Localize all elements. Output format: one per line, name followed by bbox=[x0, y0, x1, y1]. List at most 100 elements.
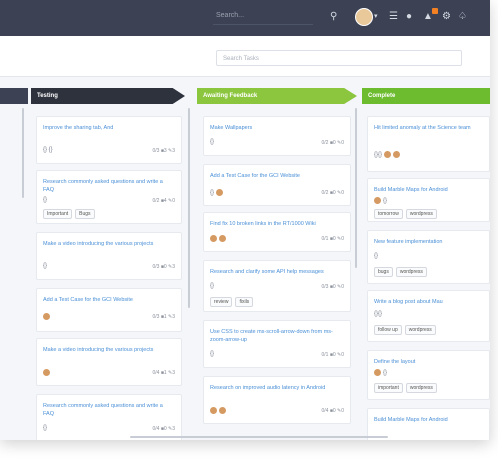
task-stats: 0/1 ■0 ✎0 bbox=[321, 352, 345, 358]
task-stats: 0/2 ■0 ✎0 bbox=[321, 140, 345, 146]
task-icons: {} bbox=[43, 197, 48, 203]
task-icons: {} bbox=[374, 369, 387, 376]
menu-icon[interactable]: ☰ bbox=[389, 11, 398, 23]
task-card[interactable]: Find fix 10 broken links in the RT/1000 … bbox=[203, 212, 351, 252]
column-scrollbar[interactable] bbox=[188, 108, 190, 308]
avatar bbox=[210, 407, 217, 414]
task-title[interactable]: Use CSS to create ms-scroll-arrow-down f… bbox=[210, 328, 344, 344]
task-card[interactable]: Make a video introducing the various pro… bbox=[36, 232, 182, 280]
avatar bbox=[219, 235, 226, 242]
task-tags: bugs wordpress bbox=[374, 267, 430, 277]
task-tags: review fixils bbox=[210, 297, 256, 307]
task-icons: {} {} bbox=[43, 147, 53, 153]
tag[interactable]: review bbox=[210, 297, 233, 307]
task-stats: 0/3 ■1 ✎3 bbox=[152, 314, 176, 320]
task-title[interactable]: Define the layout bbox=[374, 358, 483, 366]
tag[interactable]: Important bbox=[43, 209, 73, 219]
task-title[interactable]: Hit limited anomaly at the Science team bbox=[374, 124, 483, 132]
caret-icon[interactable]: ▾ bbox=[374, 11, 378, 23]
task-card[interactable]: Research on improved audio latency in An… bbox=[203, 376, 351, 424]
task-stats: 0/2 ■4 ✎0 bbox=[152, 198, 176, 204]
task-title[interactable]: Research on improved audio latency in An… bbox=[210, 384, 344, 392]
task-card[interactable]: Make a video introducing the various pro… bbox=[36, 338, 182, 386]
task-title[interactable]: Add a Test Case for the GCI Website bbox=[43, 296, 175, 304]
task-title[interactable]: New feature implementation bbox=[374, 238, 483, 246]
task-icons: {} bbox=[210, 351, 215, 357]
task-card[interactable]: Build Marble Maps for Android {} tomorro… bbox=[367, 178, 490, 222]
bell-icon[interactable]: ♤ bbox=[458, 11, 467, 23]
task-icons: {}{} bbox=[374, 151, 402, 158]
task-icons: {}{} bbox=[374, 311, 383, 317]
tag[interactable]: wordpress bbox=[405, 383, 437, 393]
tag[interactable]: wordpress bbox=[404, 325, 436, 335]
task-stats: 0/4 ■0 ✎0 bbox=[321, 408, 345, 414]
tag[interactable]: important bbox=[374, 383, 403, 393]
task-title[interactable]: Write a blog post about Mau bbox=[374, 298, 483, 306]
task-icons: {} bbox=[210, 283, 215, 289]
task-title[interactable]: Add a Test Case for the GCI Website bbox=[210, 172, 344, 180]
tag[interactable]: tomorrow bbox=[374, 209, 403, 219]
avatar[interactable] bbox=[355, 8, 373, 26]
task-search-input[interactable]: Search Tasks bbox=[216, 50, 462, 66]
column-header-complete[interactable]: Complete bbox=[362, 88, 490, 104]
task-stats: 0/3 ■0 ✎3 bbox=[152, 264, 176, 270]
avatar bbox=[383, 151, 391, 158]
task-stats: 0/3 ■3 ✎3 bbox=[152, 148, 176, 154]
avatar bbox=[374, 369, 381, 376]
global-search-input[interactable]: Search... bbox=[216, 12, 244, 19]
task-stats: 0/2 ■0 ✎0 bbox=[321, 190, 345, 196]
avatar bbox=[374, 197, 381, 204]
task-card[interactable]: Research commonly asked questions and wr… bbox=[36, 394, 182, 440]
task-title[interactable]: Research commonly asked questions and wr… bbox=[43, 402, 175, 418]
task-card[interactable]: New feature implementation {} bugs wordpr… bbox=[367, 230, 490, 284]
column-header-previous[interactable] bbox=[0, 88, 28, 104]
tag[interactable]: Bugs bbox=[75, 209, 95, 219]
chat-icon[interactable]: ● bbox=[406, 11, 412, 23]
task-title[interactable]: Improve the sharing tab, And bbox=[43, 124, 175, 132]
gear-icon[interactable]: ⚙ bbox=[442, 11, 451, 23]
task-title[interactable]: Build Marble Maps for Android bbox=[374, 186, 483, 194]
task-icons bbox=[43, 369, 52, 376]
task-title[interactable]: Make a video introducing the various pro… bbox=[43, 346, 175, 354]
tag[interactable]: follow up bbox=[374, 325, 402, 335]
column-scrollbar[interactable] bbox=[22, 108, 24, 198]
tag[interactable]: wordpress bbox=[395, 267, 427, 277]
task-card[interactable]: Make Wallpapers {} 0/2 ■0 ✎0 bbox=[203, 116, 351, 156]
task-title[interactable]: Make a video introducing the various pro… bbox=[43, 240, 175, 248]
task-stats: 0/3 ■0 ✎0 bbox=[321, 284, 345, 290]
task-card[interactable]: Add a Test Case for the GCI Website 0/3 … bbox=[36, 288, 182, 332]
task-icons: {} bbox=[374, 197, 387, 204]
task-card[interactable]: Improve the sharing tab, And {} {} 0/3 ■… bbox=[36, 116, 182, 164]
column-header-awaiting-feedback[interactable]: Awaiting Feedback bbox=[197, 88, 357, 104]
task-title[interactable]: Build Marble Maps for Android bbox=[374, 416, 483, 424]
tag[interactable]: bugs bbox=[374, 267, 393, 277]
task-title[interactable]: Research and clarify some API help messa… bbox=[210, 268, 344, 276]
task-icons: {} bbox=[43, 263, 48, 269]
avatar bbox=[43, 369, 50, 376]
column-scrollbar[interactable] bbox=[355, 108, 357, 268]
column-header-testing[interactable]: Testing bbox=[31, 88, 185, 104]
task-stats: 0/4 ■1 ✎3 bbox=[152, 370, 176, 376]
tag[interactable]: wordpress bbox=[405, 209, 437, 219]
task-tags: important wordpress bbox=[374, 383, 440, 393]
task-card[interactable]: Research and clarify some API help messa… bbox=[203, 260, 351, 312]
task-card[interactable]: Write a blog post about Mau {}{} follow … bbox=[367, 290, 490, 342]
search-icon[interactable]: ⚲ bbox=[330, 11, 337, 23]
top-navbar: Search... ⚲ ▾ ☰ ● ▲ ⚙ ♤ bbox=[0, 0, 490, 36]
task-stats: 0/1 ■0 ✎0 bbox=[321, 236, 345, 242]
task-title[interactable]: Find fix 10 broken links in the RT/1000 … bbox=[210, 220, 344, 228]
task-icons: {} bbox=[210, 139, 215, 145]
tag[interactable]: fixils bbox=[235, 297, 254, 307]
task-title[interactable]: Make Wallpapers bbox=[210, 124, 344, 132]
task-card[interactable]: Add a Test Case for the GCI Website {} 0… bbox=[203, 164, 351, 206]
task-card[interactable]: Hit limited anomaly at the Science team … bbox=[367, 116, 490, 172]
task-card[interactable]: Use CSS to create ms-scroll-arrow-down f… bbox=[203, 320, 351, 368]
task-card[interactable]: Research commonly asked questions and wr… bbox=[36, 170, 182, 224]
avatar bbox=[392, 151, 400, 158]
task-title[interactable]: Research commonly asked questions and wr… bbox=[43, 178, 175, 194]
task-tags: follow up wordpress bbox=[374, 325, 439, 335]
avatar bbox=[215, 189, 223, 196]
task-card[interactable]: Define the layout {} important wordpress bbox=[367, 350, 490, 400]
task-icons: {} bbox=[210, 189, 225, 196]
board-horizontal-scrollbar[interactable] bbox=[130, 436, 388, 438]
